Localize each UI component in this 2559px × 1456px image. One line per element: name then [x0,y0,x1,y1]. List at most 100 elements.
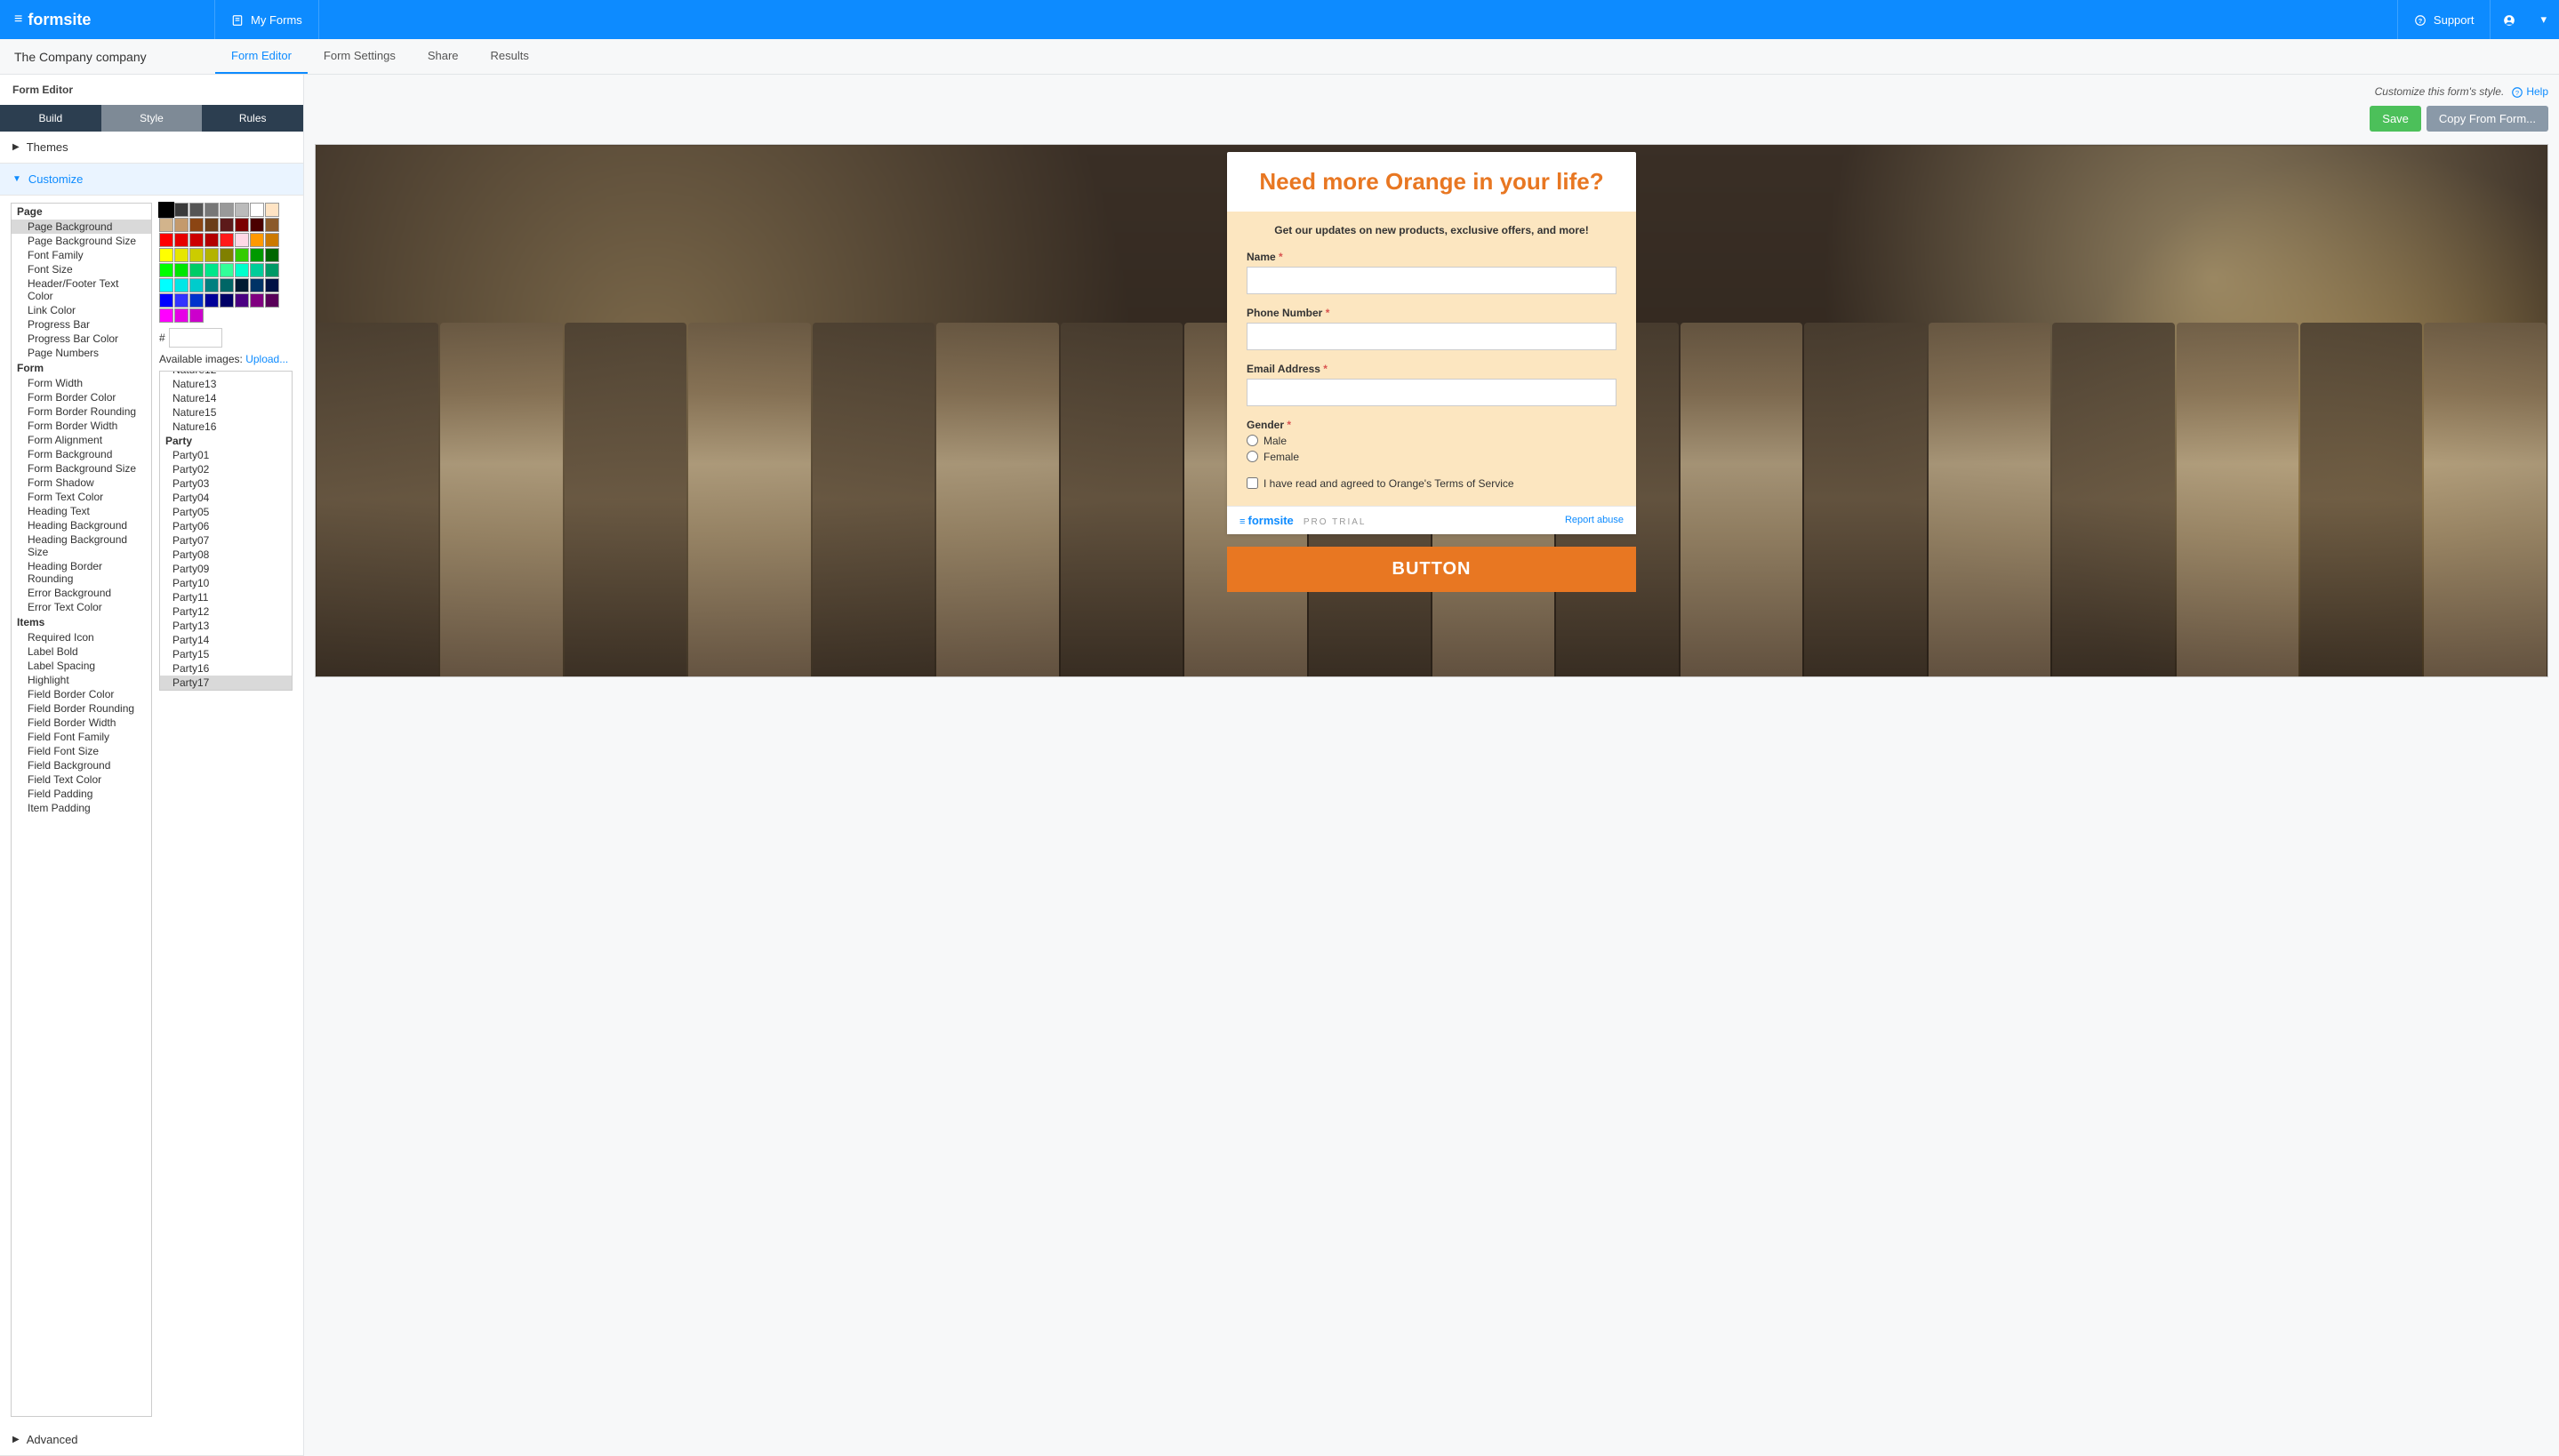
color-swatch[interactable] [174,308,189,323]
color-swatch[interactable] [250,293,264,308]
prop-item[interactable]: Highlight [12,673,151,687]
accordion-customize[interactable]: ▼Customize [0,164,303,196]
color-swatch[interactable] [159,308,173,323]
tab-share[interactable]: Share [412,39,475,74]
prop-item[interactable]: Required Icon [12,630,151,644]
prop-item[interactable]: Page Background [12,220,151,234]
color-swatch[interactable] [235,263,249,277]
color-swatch[interactable] [250,278,264,292]
prop-item[interactable]: Field Border Width [12,716,151,730]
image-item[interactable]: Party12 [160,604,292,619]
breadcrumb[interactable]: The Company company [0,39,215,74]
color-swatch[interactable] [159,203,173,217]
image-item[interactable]: Party02 [160,462,292,476]
image-item[interactable]: Nature16 [160,420,292,434]
prop-item[interactable]: Field Border Color [12,687,151,701]
image-item[interactable]: Party11 [160,590,292,604]
color-swatch[interactable] [189,293,204,308]
color-swatch[interactable] [174,293,189,308]
tab-form-editor[interactable]: Form Editor [215,39,308,74]
color-swatch[interactable] [265,203,279,217]
color-swatch[interactable] [265,278,279,292]
color-swatch[interactable] [220,203,234,217]
accordion-themes[interactable]: ▶Themes [0,132,303,164]
color-swatch[interactable] [189,278,204,292]
prop-item[interactable]: Page Numbers [12,346,151,360]
color-swatch[interactable] [220,218,234,232]
image-item[interactable]: Nature12 [160,371,292,377]
color-swatch[interactable] [250,233,264,247]
prop-item[interactable]: Form Text Color [12,490,151,504]
color-swatch[interactable] [220,263,234,277]
color-swatch[interactable] [220,293,234,308]
color-swatch[interactable] [174,218,189,232]
help-link[interactable]: ? Help [2511,85,2548,99]
color-swatch[interactable] [159,278,173,292]
image-item[interactable]: Party07 [160,533,292,548]
sidebar-tab-rules[interactable]: Rules [202,105,303,132]
color-swatch[interactable] [189,203,204,217]
phone-input[interactable] [1247,323,1616,350]
prop-item[interactable]: Form Alignment [12,433,151,447]
color-swatch[interactable] [265,218,279,232]
prop-item[interactable]: Error Background [12,586,151,600]
color-swatch[interactable] [205,278,219,292]
accordion-advanced[interactable]: ▶Advanced [0,1424,303,1456]
property-list[interactable]: PagePage BackgroundPage Background SizeF… [11,203,152,1417]
color-swatch[interactable] [220,278,234,292]
prop-item[interactable]: Form Background Size [12,461,151,476]
sidebar-tab-build[interactable]: Build [0,105,101,132]
image-item[interactable]: Party16 [160,661,292,676]
tab-results[interactable]: Results [475,39,545,74]
image-item[interactable]: Party13 [160,619,292,633]
color-swatch[interactable] [189,263,204,277]
color-swatch[interactable] [159,263,173,277]
color-swatch[interactable] [189,233,204,247]
color-swatch[interactable] [235,233,249,247]
brand-logo[interactable]: ≡ formsite [0,0,215,39]
prop-item[interactable]: Form Border Color [12,390,151,404]
report-abuse-link[interactable]: Report abuse [1565,515,1624,525]
image-item[interactable]: Party10 [160,576,292,590]
image-item[interactable]: Party15 [160,647,292,661]
submit-button[interactable]: BUTTON [1227,547,1636,592]
color-swatch[interactable] [250,263,264,277]
color-swatch[interactable] [189,248,204,262]
image-item[interactable]: Nature15 [160,405,292,420]
prop-item[interactable]: Label Bold [12,644,151,659]
color-swatch[interactable] [250,248,264,262]
image-list[interactable]: Nature09Nature10Nature11Nature12Nature13… [159,371,293,691]
color-swatch[interactable] [159,293,173,308]
image-item[interactable]: Party17 [160,676,292,690]
radio-female[interactable] [1247,451,1258,462]
color-swatch[interactable] [174,203,189,217]
color-swatch[interactable] [235,293,249,308]
color-swatch[interactable] [265,293,279,308]
color-swatch[interactable] [265,263,279,277]
prop-item[interactable]: Font Size [12,262,151,276]
prop-item[interactable]: Field Background [12,758,151,772]
prop-item[interactable]: Font Family [12,248,151,262]
color-swatch[interactable] [174,278,189,292]
terms-row[interactable]: I have read and agreed to Orange's Terms… [1247,477,1616,490]
prop-item[interactable]: Form Shadow [12,476,151,490]
color-swatch[interactable] [265,248,279,262]
prop-item[interactable]: Heading Background [12,518,151,532]
color-swatch[interactable] [235,278,249,292]
user-menu[interactable] [2490,0,2528,39]
image-item[interactable]: Nature14 [160,391,292,405]
save-button[interactable]: Save [2370,106,2421,132]
color-swatch[interactable] [205,218,219,232]
prop-item[interactable]: Progress Bar Color [12,332,151,346]
color-swatch[interactable] [205,203,219,217]
color-swatch[interactable] [174,233,189,247]
prop-item[interactable]: Field Padding [12,787,151,801]
prop-item[interactable]: Link Color [12,303,151,317]
gender-option-female[interactable]: Female [1247,451,1616,463]
prop-item[interactable]: Error Text Color [12,600,151,614]
prop-item[interactable]: Header/Footer Text Color [12,276,151,303]
color-swatch[interactable] [235,218,249,232]
color-swatch[interactable] [220,233,234,247]
color-swatch[interactable] [174,248,189,262]
color-swatch[interactable] [189,308,204,323]
